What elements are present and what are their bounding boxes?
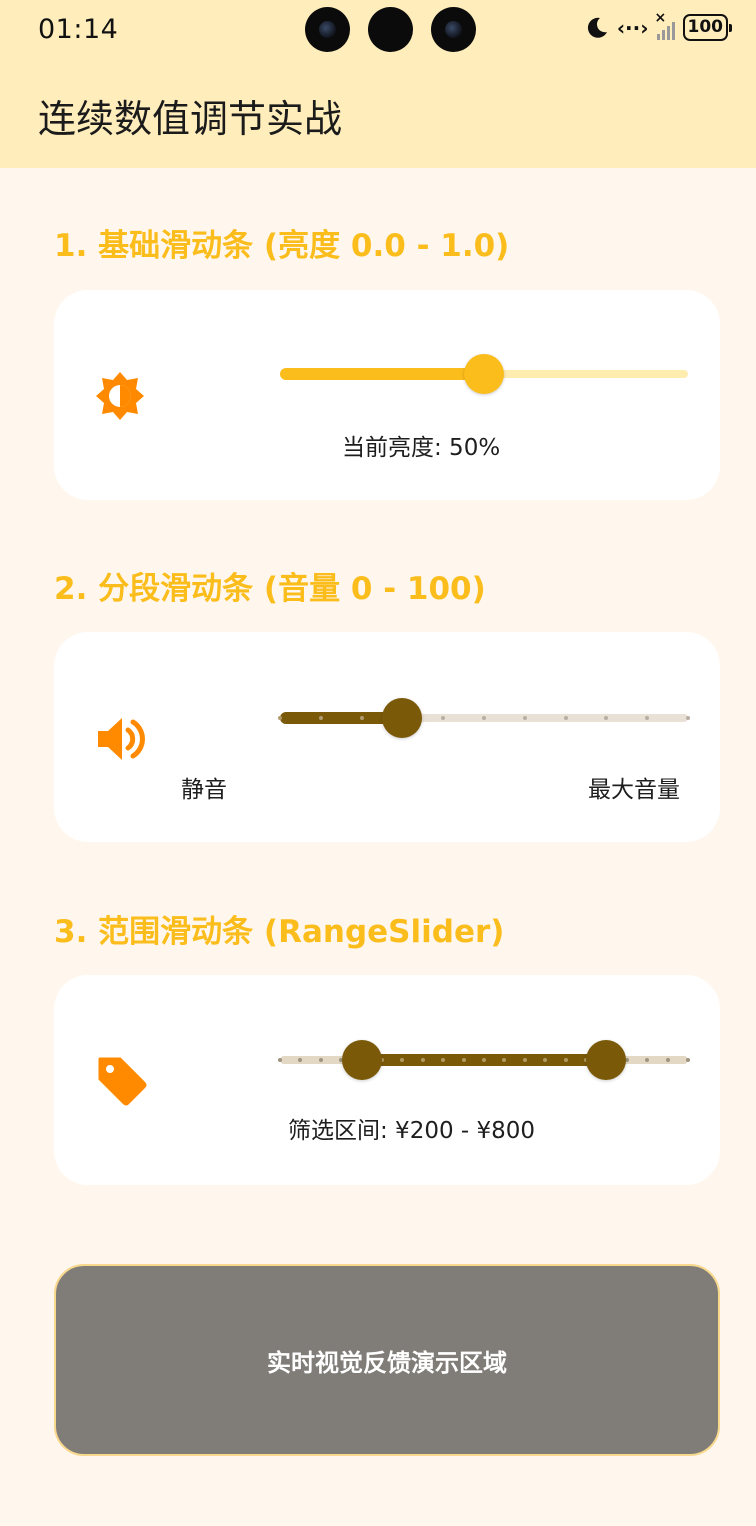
- status-time: 01:14: [38, 14, 119, 45]
- slider-tick: [522, 1058, 527, 1062]
- slider-start-thumb[interactable]: [341, 1040, 382, 1080]
- slider-thumb[interactable]: [464, 354, 504, 394]
- volume-up-icon: [98, 718, 145, 760]
- slider-tick: [359, 716, 364, 720]
- slider-active-track: [280, 368, 484, 380]
- slider-tick: [482, 1058, 486, 1062]
- network-icon: ‹··›: [616, 15, 649, 40]
- signal-icon: ×: [655, 10, 675, 40]
- app-bar: 01:14 ‹··› × 100 连续数值调节实战: [0, 0, 756, 168]
- camera-icon: [431, 7, 476, 52]
- section-title-discrete: 2. 分段滑动条 (音量 0 - 100): [54, 571, 486, 607]
- slider-tick: [318, 1058, 323, 1062]
- visual-feedback-label: 实时视觉反馈演示区域: [267, 1348, 507, 1377]
- range-caption: 筛选区间: ¥200 - ¥800: [288, 1118, 536, 1144]
- slider-tick: [461, 1058, 466, 1062]
- status-icons: ‹··› × 100: [585, 10, 732, 41]
- price-tag-icon: [98, 1057, 147, 1106]
- section-title-range: 3. 范围滑动条 (RangeSlider): [54, 914, 505, 950]
- slider-tick: [686, 716, 690, 720]
- slider-thumb[interactable]: [382, 698, 423, 738]
- volume-max-label: 最大音量: [588, 777, 680, 803]
- battery-icon: 100: [682, 14, 732, 41]
- page-title: 连续数值调节实战: [38, 97, 343, 141]
- range-slider-card: 筛选区间: ¥200 - ¥800: [54, 975, 720, 1185]
- slider-tick: [278, 1058, 282, 1062]
- slider-tick: [522, 716, 527, 720]
- brightness-icon: [96, 372, 144, 420]
- brightness-caption: 当前亮度: 50%: [342, 435, 501, 461]
- section-title-basic: 1. 基础滑动条 (亮度 0.0 - 1.0): [54, 228, 510, 264]
- volume-min-label: 静音: [181, 777, 227, 803]
- discrete-slider-card: 静音 最大音量: [54, 632, 720, 842]
- volume-slider[interactable]: [278, 696, 690, 740]
- slider-tick: [563, 716, 568, 720]
- slider-tick: [420, 1058, 425, 1062]
- slider-tick: [686, 1058, 690, 1062]
- basic-slider-card: 当前亮度: 50%: [54, 290, 720, 500]
- slider-tick: [482, 716, 486, 720]
- moon-icon: [587, 17, 607, 38]
- visual-feedback-area: 实时视觉反馈演示区域: [54, 1264, 720, 1456]
- slider-tick: [318, 716, 323, 720]
- slider-tick: [278, 716, 282, 720]
- camera-icon: [368, 7, 413, 52]
- slider-tick: [563, 1058, 568, 1062]
- slider-tick: [665, 1058, 670, 1062]
- camera-icon: [305, 7, 350, 52]
- slider-end-thumb[interactable]: [586, 1040, 627, 1080]
- price-range-slider[interactable]: [278, 1038, 690, 1082]
- brightness-slider[interactable]: [280, 352, 688, 396]
- camera-cutouts: [305, 7, 476, 52]
